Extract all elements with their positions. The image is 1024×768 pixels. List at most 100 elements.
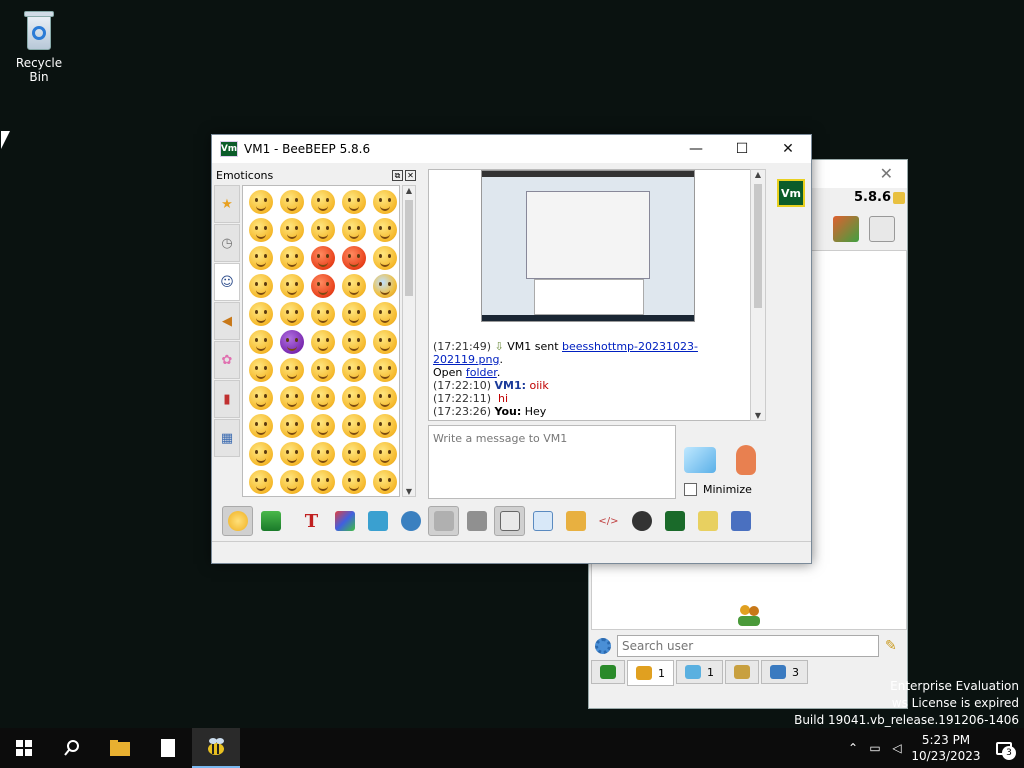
filter-button[interactable] xyxy=(362,506,393,536)
settings-gear-icon[interactable] xyxy=(595,638,611,654)
emoticon-icon[interactable] xyxy=(372,414,397,438)
tab-users[interactable]: 1 xyxy=(627,660,674,686)
emoticon-icon[interactable] xyxy=(248,470,273,494)
emoticon-icon[interactable] xyxy=(372,218,397,242)
share-desktop-button[interactable] xyxy=(659,506,690,536)
emoticon-icon[interactable] xyxy=(248,358,273,382)
back-close-icon[interactable]: ✕ xyxy=(880,164,893,183)
emoticon-icon[interactable] xyxy=(279,274,304,298)
emoticon-icon[interactable] xyxy=(341,442,366,466)
emoticon-icon[interactable] xyxy=(341,330,366,354)
emoticon-icon[interactable] xyxy=(310,442,335,466)
text-button[interactable] xyxy=(461,506,492,536)
notepad-button[interactable] xyxy=(144,728,192,768)
send-file-button[interactable] xyxy=(560,506,591,536)
category-smileys-icon[interactable]: ☺ xyxy=(214,263,240,301)
emoticon-icon[interactable] xyxy=(279,330,304,354)
font-button[interactable]: T xyxy=(296,506,327,536)
emoticon-icon[interactable] xyxy=(372,246,397,270)
volume-muted-icon[interactable]: ◁ xyxy=(886,741,908,755)
voice-message-mic-icon[interactable] xyxy=(736,445,756,475)
settings-button[interactable] xyxy=(395,506,426,536)
chat-scrollbar[interactable]: ▲ ▼ xyxy=(750,169,766,421)
close-button[interactable]: ✕ xyxy=(765,135,811,163)
beebeep-taskbar-button[interactable] xyxy=(192,728,240,768)
minimize-checkbox[interactable] xyxy=(684,483,697,496)
emoticon-icon[interactable] xyxy=(248,218,273,242)
minimize-button[interactable]: — xyxy=(673,135,719,163)
add-user-button[interactable] xyxy=(255,506,286,536)
chevron-up-icon[interactable]: ⌃ xyxy=(842,741,864,755)
emoticon-icon[interactable] xyxy=(310,470,335,494)
emoticon-icon[interactable] xyxy=(279,190,304,214)
emoticon-icon[interactable] xyxy=(248,274,273,298)
emoticon-icon[interactable] xyxy=(248,414,273,438)
file-explorer-button[interactable] xyxy=(96,728,144,768)
emoticon-icon[interactable] xyxy=(310,414,335,438)
emoticon-icon[interactable] xyxy=(341,470,366,494)
category-symbols-icon[interactable]: ▦ xyxy=(214,419,240,457)
folder-link[interactable]: folder xyxy=(466,366,497,379)
emoticon-icon[interactable] xyxy=(279,302,304,326)
emoticon-icon[interactable] xyxy=(310,302,335,326)
emoticon-icon[interactable] xyxy=(248,442,273,466)
emoticon-icon[interactable] xyxy=(310,386,335,410)
emoticon-icon[interactable] xyxy=(248,386,273,410)
html-button[interactable]: </> xyxy=(593,506,624,536)
message-input[interactable]: Write a message to VM1 xyxy=(428,425,676,499)
clear-search-icon[interactable]: ✎ xyxy=(885,638,901,654)
screenshot-button[interactable] xyxy=(626,506,657,536)
clock[interactable]: 5:23 PM 10/23/2023 xyxy=(908,732,984,764)
save-button[interactable] xyxy=(725,506,756,536)
emoticon-icon[interactable] xyxy=(372,302,397,326)
box-icon[interactable] xyxy=(869,216,895,242)
emoticon-icon[interactable] xyxy=(279,246,304,270)
emoticon-icon[interactable] xyxy=(372,190,397,214)
notifications-button[interactable]: 3 xyxy=(984,728,1024,768)
emoticon-icon[interactable] xyxy=(279,414,304,438)
emoticon-icon[interactable] xyxy=(341,358,366,382)
category-places-icon[interactable]: ▮ xyxy=(214,380,240,418)
emoticon-icon[interactable] xyxy=(310,218,335,242)
emoticon-icon[interactable] xyxy=(372,330,397,354)
emoticon-icon[interactable] xyxy=(372,386,397,410)
send-message-icon[interactable] xyxy=(684,447,716,473)
emoticon-icon[interactable] xyxy=(372,274,397,298)
emoticon-icon[interactable] xyxy=(310,246,335,270)
emoticon-icon[interactable] xyxy=(341,190,366,214)
maximize-button[interactable]: ☐ xyxy=(719,135,765,163)
color-picker-button[interactable] xyxy=(329,506,360,536)
edit-button[interactable] xyxy=(692,506,723,536)
emoticon-icon[interactable] xyxy=(279,386,304,410)
category-favorites-star-icon[interactable]: ★ xyxy=(214,185,240,223)
emoticon-icon[interactable] xyxy=(279,358,304,382)
sound-button[interactable] xyxy=(494,506,525,536)
emoticon-icon[interactable] xyxy=(279,218,304,242)
emoticon-icon[interactable] xyxy=(341,218,366,242)
emoticon-icon[interactable] xyxy=(248,246,273,270)
emoticon-scrollbar[interactable]: ▲ ▼ xyxy=(402,185,416,497)
emoticons-button[interactable] xyxy=(222,506,253,536)
start-button[interactable] xyxy=(0,728,48,768)
recycle-bin[interactable]: Recycle Bin xyxy=(6,8,72,84)
emoticon-icon[interactable] xyxy=(372,470,397,494)
emoticon-icon[interactable] xyxy=(310,358,335,382)
search-user-input[interactable] xyxy=(617,635,879,657)
minimize-checkbox-row[interactable]: Minimize xyxy=(684,483,752,496)
tab-file-share[interactable]: 3 xyxy=(761,660,808,684)
emoticon-icon[interactable] xyxy=(248,190,273,214)
emoticon-icon[interactable] xyxy=(310,330,335,354)
category-recent-clock-icon[interactable]: ◷ xyxy=(214,224,240,262)
tab-groups[interactable] xyxy=(725,660,759,684)
spellcheck-button[interactable] xyxy=(428,506,459,536)
emoticon-icon[interactable] xyxy=(372,442,397,466)
tab-chats[interactable]: 1 xyxy=(676,660,723,684)
save-chat-button[interactable] xyxy=(527,506,558,536)
emoticon-icon[interactable] xyxy=(372,358,397,382)
transfer-icon[interactable] xyxy=(833,216,859,242)
tab-chat-window[interactable] xyxy=(591,660,625,684)
screenshot-thumbnail[interactable] xyxy=(481,170,695,322)
emoticon-icon[interactable] xyxy=(341,302,366,326)
emoticon-icon[interactable] xyxy=(341,246,366,270)
category-objects-bell-icon[interactable]: ◀ xyxy=(214,302,240,340)
